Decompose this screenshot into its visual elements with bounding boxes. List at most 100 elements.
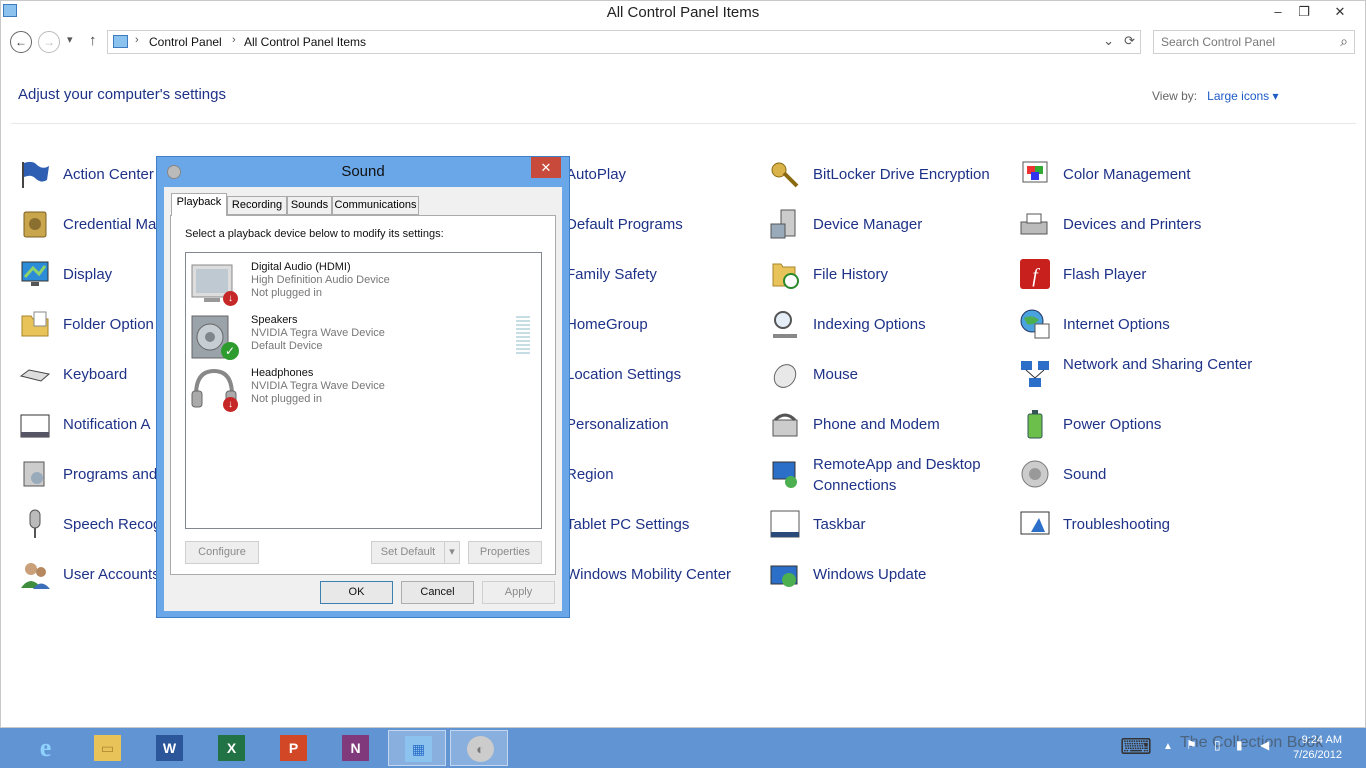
dialog-body: Playback Recording Sounds Communications… (164, 187, 562, 611)
address-bar[interactable]: › Control Panel › All Control Panel Item… (107, 30, 1141, 54)
cp-item-device-manager[interactable]: Device Manager (769, 204, 1009, 244)
taskbar-powerpoint[interactable]: P (264, 730, 322, 766)
action-center-flag-icon[interactable]: ⚑ (1186, 738, 1197, 752)
globe-icon (1019, 308, 1051, 340)
up-button[interactable]: ↑ (89, 32, 97, 49)
users-icon (19, 558, 51, 590)
device-driver: NVIDIA Tegra Wave Device (251, 327, 385, 339)
view-by-dropdown[interactable]: Large icons ▾ (1207, 89, 1278, 103)
notification-icon (19, 408, 51, 440)
touch-keyboard-icon[interactable]: ⌨ (1120, 734, 1152, 760)
dialog-title: Sound (341, 163, 385, 180)
search-placeholder: Search Control Panel (1161, 35, 1276, 49)
speaker-icon: ◐ (467, 736, 494, 762)
breadcrumb-all-items[interactable]: All Control Panel Items (244, 35, 366, 49)
network-signal-icon[interactable]: ▮ (1236, 738, 1243, 752)
vault-icon (19, 208, 51, 240)
cp-item-windows-update[interactable]: Windows Update (769, 554, 1009, 594)
taskbar-icon (769, 508, 801, 540)
cp-item-devices-and-printers[interactable]: Devices and Printers (1019, 204, 1259, 244)
not-plugged-badge-icon: ↓ (223, 397, 238, 412)
taskbar-file-explorer[interactable]: ▭ (78, 730, 136, 766)
device-name: Speakers (251, 314, 298, 326)
check-badge-icon: ✓ (221, 342, 239, 360)
taskbar-word[interactable]: W (140, 730, 198, 766)
word-icon: W (156, 735, 183, 761)
programs-icon (19, 458, 51, 490)
tab-recording[interactable]: Recording (227, 196, 287, 215)
troubleshooting-icon (1019, 508, 1051, 540)
taskbar-sound[interactable]: ◐ (450, 730, 508, 766)
taskbar: e ▭ W X P N ▦ ◐ ⌨ ▲ The Collection Book … (0, 728, 1366, 768)
device-item-speakers[interactable]: ✓ Speakers NVIDIA Tegra Wave Device Defa… (186, 310, 541, 362)
set-default-button[interactable]: Set Default (371, 541, 445, 564)
cp-item-phone-and-modem[interactable]: Phone and Modem (769, 404, 1009, 444)
flag-icon (19, 158, 51, 190)
recent-pages-button[interactable]: ▾ (67, 33, 73, 46)
clock-time: 9:24 AM (1301, 734, 1342, 746)
chevron-right-icon[interactable]: › (232, 34, 236, 46)
minimize-button[interactable]: – (1265, 1, 1291, 23)
properties-button[interactable]: Properties (468, 541, 542, 564)
cp-item-flash-player[interactable]: f Flash Player (1019, 254, 1259, 294)
taskbar-excel[interactable]: X (202, 730, 260, 766)
chevron-right-icon[interactable]: › (135, 34, 139, 46)
forward-button[interactable]: → (38, 31, 60, 53)
tab-playback[interactable]: Playback (171, 193, 227, 216)
back-button[interactable]: ← (10, 31, 32, 53)
cp-item-indexing-options[interactable]: Indexing Options (769, 304, 1009, 344)
key-icon (769, 158, 801, 190)
speaker-icon: ✓ (190, 314, 239, 360)
folder-icon (19, 308, 51, 340)
ok-button[interactable]: OK (320, 581, 393, 604)
tab-sounds[interactable]: Sounds (287, 196, 332, 215)
device-item-hdmi[interactable]: ↓ Digital Audio (HDMI) High Definition A… (186, 257, 541, 309)
breadcrumb-control-panel[interactable]: Control Panel (149, 35, 222, 49)
configure-button[interactable]: Configure (185, 541, 259, 564)
volume-icon[interactable]: ◀ (1260, 738, 1269, 752)
monitor-icon (19, 258, 51, 290)
search-icon[interactable]: ⌕ (1340, 33, 1348, 50)
cp-item-troubleshooting[interactable]: Troubleshooting (1019, 504, 1259, 544)
cp-item-remoteapp[interactable]: RemoteApp and Desktop Connections (769, 454, 1009, 494)
control-panel-icon (113, 35, 128, 48)
show-hidden-icons-chevron-icon[interactable]: ▲ (1163, 741, 1173, 752)
window-title: All Control Panel Items (606, 4, 760, 21)
close-button[interactable]: ✕ (1323, 1, 1357, 23)
cp-item-network-and-sharing-center[interactable]: Network and Sharing Center (1019, 354, 1259, 394)
cp-item-file-history[interactable]: File History (769, 254, 1009, 294)
battery-icon[interactable]: ▯ (1214, 738, 1221, 752)
taskbar-internet-explorer[interactable]: e (16, 730, 74, 766)
cp-item-sound[interactable]: Sound (1019, 454, 1259, 494)
device-item-headphones[interactable]: ↓ Headphones NVIDIA Tegra Wave Device No… (186, 363, 541, 415)
control-panel-icon: ▦ (405, 736, 432, 762)
apply-button[interactable]: Apply (482, 581, 555, 604)
cp-item-power-options[interactable]: Power Options (1019, 404, 1259, 444)
maximize-button[interactable]: ❐ (1291, 1, 1317, 23)
onenote-icon: N (342, 735, 369, 761)
refresh-icon[interactable]: ⟳ (1124, 33, 1135, 49)
cp-item-internet-options[interactable]: Internet Options (1019, 304, 1259, 344)
cp-item-bitlocker[interactable]: BitLocker Drive Encryption (769, 154, 1009, 194)
playback-panel: Select a playback device below to modify… (170, 215, 556, 575)
cp-item-taskbar[interactable]: Taskbar (769, 504, 1009, 544)
dialog-close-button[interactable]: ✕ (531, 157, 561, 178)
search-input[interactable]: Search Control Panel ⌕ (1153, 30, 1355, 54)
indexing-icon (769, 308, 801, 340)
tab-communications[interactable]: Communications (332, 196, 419, 215)
device-status: Default Device (251, 340, 323, 352)
speaker-icon (1019, 458, 1051, 490)
taskbar-onenote[interactable]: N (326, 730, 384, 766)
set-default-dropdown-icon[interactable]: ▾ (444, 541, 460, 564)
device-manager-icon (769, 208, 801, 240)
cp-item-color-management[interactable]: Color Management (1019, 154, 1259, 194)
cancel-button[interactable]: Cancel (401, 581, 474, 604)
view-by: View by: Large icons ▾ (1152, 89, 1279, 103)
address-dropdown-icon[interactable]: ⌄ (1103, 33, 1114, 49)
clock[interactable]: 9:24 AM 7/26/2012 (1293, 733, 1342, 763)
flash-icon: f (1019, 258, 1051, 290)
device-driver: NVIDIA Tegra Wave Device (251, 380, 385, 392)
cp-item-mouse[interactable]: Mouse (769, 354, 1009, 394)
powerpoint-icon: P (280, 735, 307, 761)
taskbar-control-panel[interactable]: ▦ (388, 730, 446, 766)
